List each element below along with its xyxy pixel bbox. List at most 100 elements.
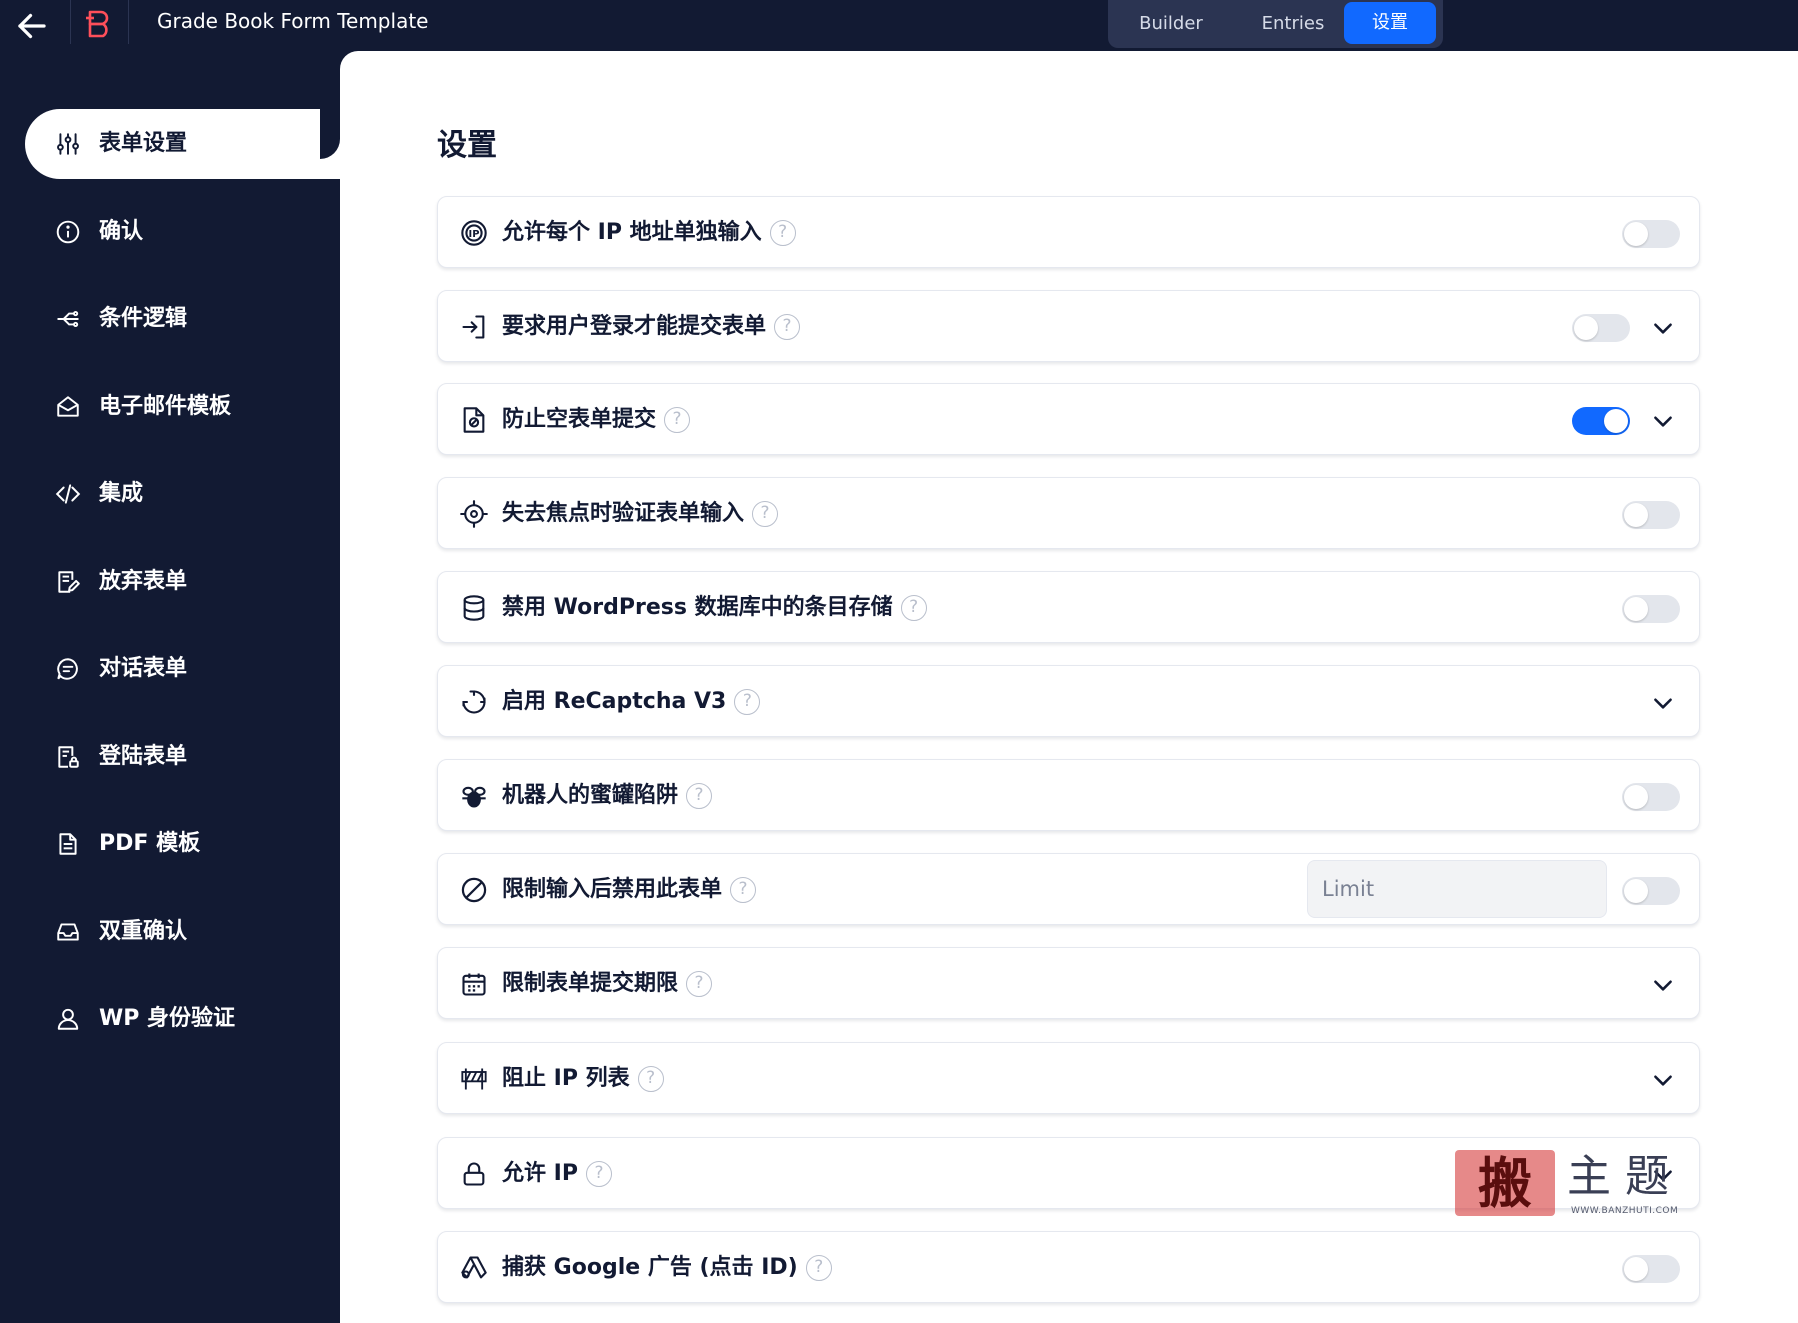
validate-blur-toggle[interactable] (1622, 501, 1680, 529)
sidebar-item-conversational-form[interactable]: 对话表单 (25, 634, 340, 704)
help-icon[interactable]: ? (805, 1255, 832, 1281)
ip-icon (460, 219, 488, 247)
mail-open-icon (55, 394, 81, 420)
setting-label: 防止空表单提交? (502, 403, 691, 437)
sliders-icon (55, 131, 81, 157)
setting-label: 失去焦点时验证表单输入? (502, 497, 779, 531)
sidebar-item-integrations[interactable]: 集成 (25, 459, 340, 529)
sidebar-item-pdf-templates[interactable]: PDF 模板 (25, 809, 340, 879)
sidebar-item-label: 条件逻辑 (99, 306, 188, 331)
chevron-down-icon[interactable] (1650, 315, 1676, 341)
setting-label: 限制表单提交期限? (502, 967, 713, 1001)
sidebar-item-abandoned-form[interactable]: 放弃表单 (25, 547, 340, 617)
help-icon[interactable]: ? (769, 220, 796, 246)
sidebar-item-label: 放弃表单 (99, 569, 188, 594)
sidebar-item-double-opt-in[interactable]: 双重确认 (25, 897, 340, 967)
sidebar-item-label: PDF 模板 (99, 831, 201, 856)
sidebar-item-label: 集成 (99, 481, 144, 506)
watermark: 搬 主题 WWW.BANZHUTI.COM (1455, 1150, 1685, 1222)
limit-input[interactable] (1307, 860, 1607, 918)
watermark-stamp: 搬 (1455, 1150, 1555, 1216)
tab-builder[interactable]: Builder (1108, 6, 1234, 42)
settings-panel: 设置 允许每个 IP 地址单独输入? 要求用户登录才能提交表单? 防止空表单提交… (320, 51, 1798, 1323)
chevron-down-icon[interactable] (1650, 972, 1676, 998)
tab-bar: Builder Entries 设置 (1108, 0, 1443, 48)
help-icon[interactable]: ? (686, 783, 713, 809)
help-icon[interactable]: ? (774, 314, 801, 340)
sidebar: 表单设置 确认 条件逻辑 电子邮件模板 集成 放弃表单 对话表单 登陆表单 PD… (0, 51, 340, 1323)
setting-label: 要求用户登录才能提交表单? (502, 310, 801, 344)
chat-icon (55, 656, 81, 682)
sidebar-item-wp-auth[interactable]: WP 身份验证 (25, 984, 340, 1054)
ban-icon (460, 876, 488, 904)
app-logo-icon (86, 10, 109, 38)
setting-label: 捕获 Google 广告 (点击 ID)? (502, 1251, 832, 1285)
info-icon (55, 219, 81, 245)
setting-label: 禁用 WordPress 数据库中的条目存储? (502, 591, 927, 625)
form-title: Grade Book Form Template (157, 9, 429, 33)
empty-form-icon (460, 406, 488, 434)
sidebar-item-conditional-logic[interactable]: 条件逻辑 (25, 284, 340, 354)
sidebar-item-label: 双重确认 (99, 919, 188, 944)
sidebar-item-confirmation[interactable]: 确认 (25, 197, 340, 267)
setting-row-unique-ip: 允许每个 IP 地址单独输入? (437, 196, 1700, 268)
document-edit-icon (55, 569, 81, 595)
unique-ip-toggle[interactable] (1622, 220, 1680, 248)
user-icon (55, 1006, 81, 1032)
help-icon[interactable]: ? (730, 877, 757, 903)
sidebar-item-label: 登陆表单 (99, 744, 188, 769)
help-icon[interactable]: ? (637, 1066, 664, 1092)
disable-storage-toggle[interactable] (1622, 595, 1680, 623)
page-title: 设置 (437, 128, 497, 163)
tab-entries[interactable]: Entries (1235, 6, 1351, 42)
back-arrow-icon[interactable] (14, 8, 50, 44)
bee-icon (460, 782, 488, 810)
sidebar-item-email-templates[interactable]: 电子邮件模板 (25, 372, 340, 442)
google-ads-toggle[interactable] (1622, 1255, 1680, 1283)
entry-limit-toggle[interactable] (1622, 877, 1680, 905)
help-icon[interactable]: ? (752, 501, 779, 527)
setting-label: 限制输入后禁用此表单? (502, 873, 757, 907)
honeypot-toggle[interactable] (1622, 783, 1680, 811)
chevron-down-icon[interactable] (1650, 1067, 1676, 1093)
share-icon (55, 306, 81, 332)
tab-settings[interactable]: 设置 (1344, 2, 1436, 44)
sidebar-item-login-form[interactable]: 登陆表单 (25, 722, 340, 792)
sidebar-item-label: 电子邮件模板 (99, 394, 232, 419)
help-icon[interactable]: ? (900, 595, 927, 621)
setting-label: 阻止 IP 列表? (502, 1062, 664, 1096)
database-icon (460, 594, 488, 622)
panel-corner (320, 51, 340, 159)
login-icon (460, 313, 488, 341)
help-icon[interactable]: ? (734, 689, 761, 715)
chevron-down-icon[interactable] (1650, 408, 1676, 434)
setting-row-entry-limit: 限制输入后禁用此表单? (437, 853, 1700, 925)
setting-label: 允许每个 IP 地址单独输入? (502, 216, 796, 250)
sidebar-item-label: 表单设置 (99, 131, 188, 156)
document-lock-icon (55, 744, 81, 770)
sidebar-item-label: 确认 (99, 219, 144, 244)
sidebar-item-label: 对话表单 (99, 656, 188, 681)
barrier-icon (460, 1065, 488, 1093)
chevron-down-icon[interactable] (1650, 690, 1676, 716)
setting-row-disable-storage: 禁用 WordPress 数据库中的条目存储? (437, 571, 1700, 643)
help-icon[interactable]: ? (686, 971, 713, 997)
setting-row-schedule: 限制表单提交期限? (437, 947, 1700, 1019)
require-login-toggle[interactable] (1572, 314, 1630, 342)
empty-submit-toggle[interactable] (1572, 407, 1630, 435)
setting-row-block-ip: 阻止 IP 列表? (437, 1042, 1700, 1114)
help-icon[interactable]: ? (585, 1161, 612, 1187)
divider (70, 0, 71, 44)
lock-icon (460, 1160, 488, 1188)
watermark-text: 主题 (1567, 1151, 1683, 1202)
document-icon (55, 831, 81, 857)
setting-row-empty-submit: 防止空表单提交? (437, 383, 1700, 455)
setting-row-honeypot: 机器人的蜜罐陷阱? (437, 759, 1700, 831)
setting-row-google-ads: 捕获 Google 广告 (点击 ID)? (437, 1231, 1700, 1303)
top-bar: Grade Book Form Template Builder Entries… (0, 0, 1798, 51)
sidebar-item-form-settings[interactable]: 表单设置 (25, 109, 340, 179)
help-icon[interactable]: ? (664, 407, 691, 433)
sidebar-item-label: WP 身份验证 (99, 1006, 236, 1031)
divider (128, 0, 129, 44)
google-ads-icon (460, 1254, 488, 1282)
